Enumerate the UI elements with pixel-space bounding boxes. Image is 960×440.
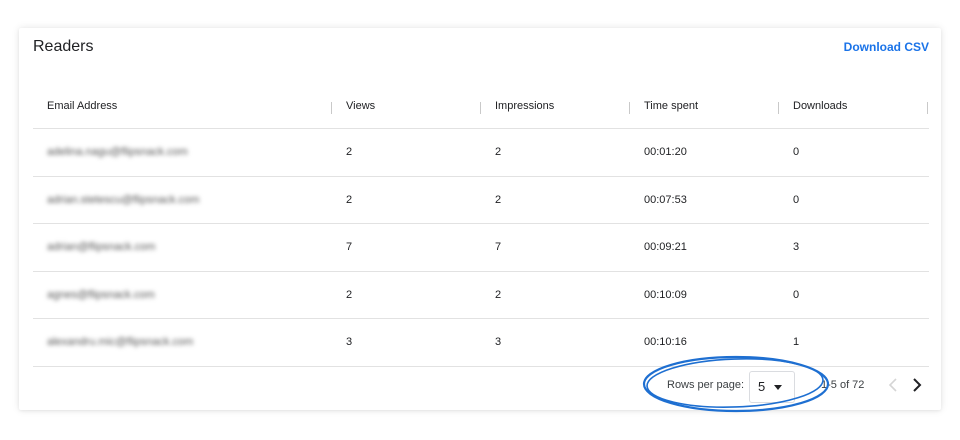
column-header-downloads[interactable]: Downloads (793, 100, 847, 112)
email-cell: adelina.nagu@flipsnack.com (47, 146, 188, 159)
table-pagination: Rows per page: 5 1-5 of 72 (33, 362, 929, 406)
impressions-cell: 2 (495, 193, 502, 206)
table-row[interactable]: adelina.nagu@flipsnack.com 2 2 00:01:20 … (33, 129, 929, 177)
table-row[interactable]: adrian@flipsnack.com 7 7 00:09:21 3 (33, 224, 929, 272)
email-cell: agnes@flipsnack.com (47, 288, 155, 301)
table-row[interactable]: agnes@flipsnack.com 2 2 00:10:09 0 (33, 272, 929, 319)
table-row[interactable]: alexandru.mic@flipsnack.com 3 3 00:10:16… (33, 319, 929, 367)
time-spent-cell: 00:09:21 (644, 241, 687, 254)
caret-down-icon (774, 385, 782, 390)
table-header-row: Email Address Views Impressions Time spe… (33, 84, 929, 129)
rows-per-page-label: Rows per page: (667, 379, 745, 391)
impressions-cell: 2 (495, 146, 502, 159)
column-header-views[interactable]: Views (346, 100, 375, 112)
time-spent-cell: 00:10:16 (644, 336, 687, 349)
readers-card: Readers Download CSV Email Address Views… (19, 28, 941, 410)
column-divider[interactable] (778, 101, 779, 114)
pagination-range: 1-5 of 72 (821, 379, 865, 391)
column-header-email[interactable]: Email Address (47, 100, 117, 112)
downloads-cell: 3 (793, 241, 800, 254)
column-divider[interactable] (927, 101, 928, 114)
views-cell: 3 (346, 336, 353, 349)
email-cell: adrian.stetescu@flipsnack.com (47, 193, 200, 206)
time-spent-cell: 00:01:20 (644, 146, 687, 159)
download-csv-link[interactable]: Download CSV (844, 40, 929, 54)
column-divider[interactable] (331, 101, 332, 114)
chevron-right-icon[interactable] (907, 372, 925, 398)
rows-per-page-select[interactable]: 5 (749, 371, 795, 403)
column-divider[interactable] (480, 101, 481, 114)
views-cell: 2 (346, 146, 353, 159)
time-spent-cell: 00:10:09 (644, 288, 687, 301)
downloads-cell: 0 (793, 146, 800, 159)
downloads-cell: 0 (793, 288, 800, 301)
column-header-impressions[interactable]: Impressions (495, 100, 554, 112)
time-spent-cell: 00:07:53 (644, 193, 687, 206)
chevron-left-icon[interactable] (885, 372, 903, 398)
downloads-cell: 1 (793, 336, 800, 349)
column-header-time-spent[interactable]: Time spent (644, 100, 698, 112)
views-cell: 2 (346, 288, 353, 301)
readers-table: Email Address Views Impressions Time spe… (33, 84, 929, 367)
views-cell: 7 (346, 241, 353, 254)
column-divider[interactable] (629, 101, 630, 114)
views-cell: 2 (346, 193, 353, 206)
email-cell: alexandru.mic@flipsnack.com (47, 336, 194, 349)
impressions-cell: 3 (495, 336, 502, 349)
panel-title: Readers (33, 38, 94, 55)
rows-per-page-value: 5 (758, 379, 766, 394)
table-row[interactable]: adrian.stetescu@flipsnack.com 2 2 00:07:… (33, 177, 929, 224)
impressions-cell: 7 (495, 241, 502, 254)
email-cell: adrian@flipsnack.com (47, 241, 156, 254)
impressions-cell: 2 (495, 288, 502, 301)
downloads-cell: 0 (793, 193, 800, 206)
